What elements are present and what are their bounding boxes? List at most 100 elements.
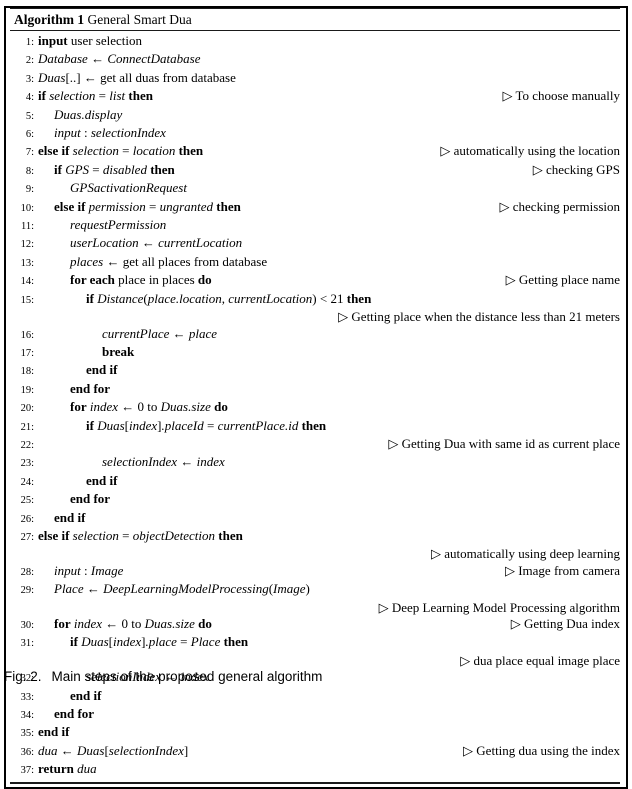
algorithm-title: Algorithm 1 General Smart Dua xyxy=(6,9,626,29)
algorithm-name: General Smart Dua xyxy=(87,12,192,27)
algorithm-line: 12: userLocation ← currentLocation xyxy=(6,235,622,253)
algorithm-line-number: 26: xyxy=(20,513,34,525)
algorithm-line-code: if Duas[index].placeId = currentPlace.id… xyxy=(86,417,327,433)
comment-text: automatically using the location xyxy=(453,143,620,159)
algorithm-line-number: 24: xyxy=(20,476,34,488)
algorithm-line-body: if Duas[index].place = Place then xyxy=(38,634,622,650)
algorithm-line-body: currentPlace ← place xyxy=(38,326,622,342)
algorithm-line-number: 16: xyxy=(20,329,34,341)
algorithm-line: 21: if Duas[index].placeId = currentPlace… xyxy=(6,418,622,436)
algorithm-line: 27: else if selection = objectDetection t… xyxy=(6,528,622,546)
figure-page: Algorithm 1 General Smart Dua 1: input us… xyxy=(0,0,632,789)
algorithm-line-body: userLocation ← currentLocation xyxy=(38,235,622,251)
algorithm-line-body: break xyxy=(38,344,622,360)
algorithm-line-comment: ▷ automatically using the location xyxy=(203,143,622,159)
algorithm-line-code: end for xyxy=(54,706,95,722)
comment-marker-icon: ▷ xyxy=(504,562,519,578)
algorithm-line: 33: end if xyxy=(6,688,622,706)
algorithm-line-comment: ▷ automatically using deep learning xyxy=(431,546,622,562)
algorithm-line-comment: ▷ Getting place when the distance less t… xyxy=(338,309,622,325)
algorithm-line: 8: if GPS = disabled then ▷ checking GPS xyxy=(6,162,622,180)
algorithm-line-code: else if permission = ungranted then xyxy=(54,198,241,214)
algorithm-line-number: 31: xyxy=(20,638,34,650)
algorithm-line-body: Place ← DeepLearningModelProcessing(Imag… xyxy=(38,581,622,597)
algorithm-line-comment: ▷ Getting place name xyxy=(212,272,622,288)
algorithm-line-number: 2: xyxy=(25,55,34,67)
algorithm-line-body: end if xyxy=(38,724,622,740)
algorithm-line-body: if Distance(place.location, currentLocat… xyxy=(38,291,622,307)
algorithm-line-code: if selection = list then xyxy=(38,88,153,104)
algorithm-line: 36: dua ← Duas[selectionIndex] ▷ Getting d… xyxy=(6,743,622,761)
algorithm-line: 17: break xyxy=(6,344,622,362)
algorithm-line-code: end for xyxy=(70,491,111,507)
algorithm-line-number: 22: xyxy=(20,439,34,451)
algorithm-line-body: end if xyxy=(38,510,622,526)
algorithm-line-number: 18: xyxy=(20,366,34,378)
algorithm-line: 24: end if xyxy=(6,473,622,491)
algorithm-line-number: 5: xyxy=(25,110,34,122)
algorithm-title-rule xyxy=(10,30,620,31)
algorithm-line-code: else if selection = objectDetection then xyxy=(38,527,243,543)
comment-text: Getting Dua index xyxy=(523,616,620,631)
algorithm-line: ▷ Deep Learning Model Processing algorit… xyxy=(6,600,622,616)
comment-marker-icon: ▷ xyxy=(378,599,392,615)
algorithm-line: 11: requestPermission xyxy=(6,217,622,235)
comment-text: Getting place name xyxy=(518,272,620,288)
algorithm-line-number: 6: xyxy=(25,129,34,141)
algorithm-line-number: 35: xyxy=(20,728,34,740)
algorithm-line-number: 36: xyxy=(20,746,34,758)
algorithm-line: 13: places ← get all places from database xyxy=(6,254,622,272)
comment-marker-icon: ▷ xyxy=(338,309,352,325)
algorithm-line-comment: ▷ Getting Dua index xyxy=(212,616,622,632)
algorithm-line-body: end for xyxy=(38,491,622,507)
algorithm-line-number: 12: xyxy=(20,239,34,251)
comment-marker-icon: ▷ xyxy=(430,546,445,562)
algorithm-line-number: 14: xyxy=(20,276,34,288)
algorithm-line-code: return dua xyxy=(38,761,97,777)
algorithm-line-body: for each place in places do ▷ Getting pla… xyxy=(38,272,622,288)
algorithm-line-body: ▷ dua place equal image place xyxy=(38,653,622,669)
algorithm-line-comment: ▷ Getting dua using the index xyxy=(188,743,622,759)
algorithm-line-code: Duas.display xyxy=(54,106,123,122)
algorithm-line-code: else if selection = location then xyxy=(38,143,204,159)
algorithm-line: 26: end if xyxy=(6,510,622,528)
algorithm-line: ▷ Getting place when the distance less t… xyxy=(6,309,622,325)
algorithm-line-body: end if xyxy=(38,362,622,378)
comment-text: Deep Learning Model Processing algorithm xyxy=(391,599,620,615)
algorithm-line-number: 7: xyxy=(25,147,34,159)
algorithm-line-body: Duas[..] ← get all duas from database xyxy=(38,70,622,86)
algorithm-line: 25: end for xyxy=(6,491,622,509)
algorithm-line-body: Duas.display xyxy=(38,107,622,123)
algorithm-line: 5: Duas.display xyxy=(6,107,622,125)
algorithm-line-code: userLocation ← currentLocation xyxy=(70,235,243,251)
algorithm-line-body: if Duas[index].placeId = currentPlace.id… xyxy=(38,418,622,434)
algorithm-label: Algorithm 1 xyxy=(14,12,85,27)
algorithm-line-code: end if xyxy=(86,472,118,488)
comment-text: checking permission xyxy=(512,198,620,214)
algorithm-line-number: 21: xyxy=(20,421,34,433)
algorithm-line: 19: end for xyxy=(6,381,622,399)
algorithm-line-number: 23: xyxy=(20,458,34,470)
algorithm-line-comment: ▷ checking permission xyxy=(241,199,622,215)
algorithm-line-body: if selection = list then ▷ To choose manu… xyxy=(38,88,622,104)
algorithm-line-body: for index ← 0 to Duas.size do xyxy=(38,399,622,415)
comment-text: Getting dua using the index xyxy=(476,742,620,758)
algorithm-line-number: 10: xyxy=(20,202,34,214)
algorithm-line-number: 3: xyxy=(25,73,34,85)
algorithm-line: 2: Database ← ConnectDatabase xyxy=(6,51,622,69)
comment-text: Image from camera xyxy=(518,562,620,578)
algorithm-line-body: ▷ Getting Dua with same id as current pl… xyxy=(38,436,622,452)
algorithm-line: 18: end if xyxy=(6,362,622,380)
comment-text: checking GPS xyxy=(545,161,620,177)
comment-text: dua place equal image place xyxy=(473,652,620,668)
algorithm-line-code: if Duas[index].place = Place then xyxy=(70,634,249,650)
algorithm-line: 35: end if xyxy=(6,724,622,742)
comment-text: To choose manually xyxy=(515,88,620,104)
algorithm-line: 28: input : Image ▷ Image from camera xyxy=(6,563,622,581)
algorithm-line-code: Duas[..] ← get all duas from database xyxy=(38,69,236,85)
algorithm-line-comment: ▷ Deep Learning Model Processing algorit… xyxy=(379,600,622,616)
algorithm-line-number: 20: xyxy=(20,403,34,415)
comment-marker-icon: ▷ xyxy=(502,88,516,104)
algorithm-line-number: 37: xyxy=(20,765,34,777)
algorithm-line: 22: ▷ Getting Dua with same id as current… xyxy=(6,436,622,454)
